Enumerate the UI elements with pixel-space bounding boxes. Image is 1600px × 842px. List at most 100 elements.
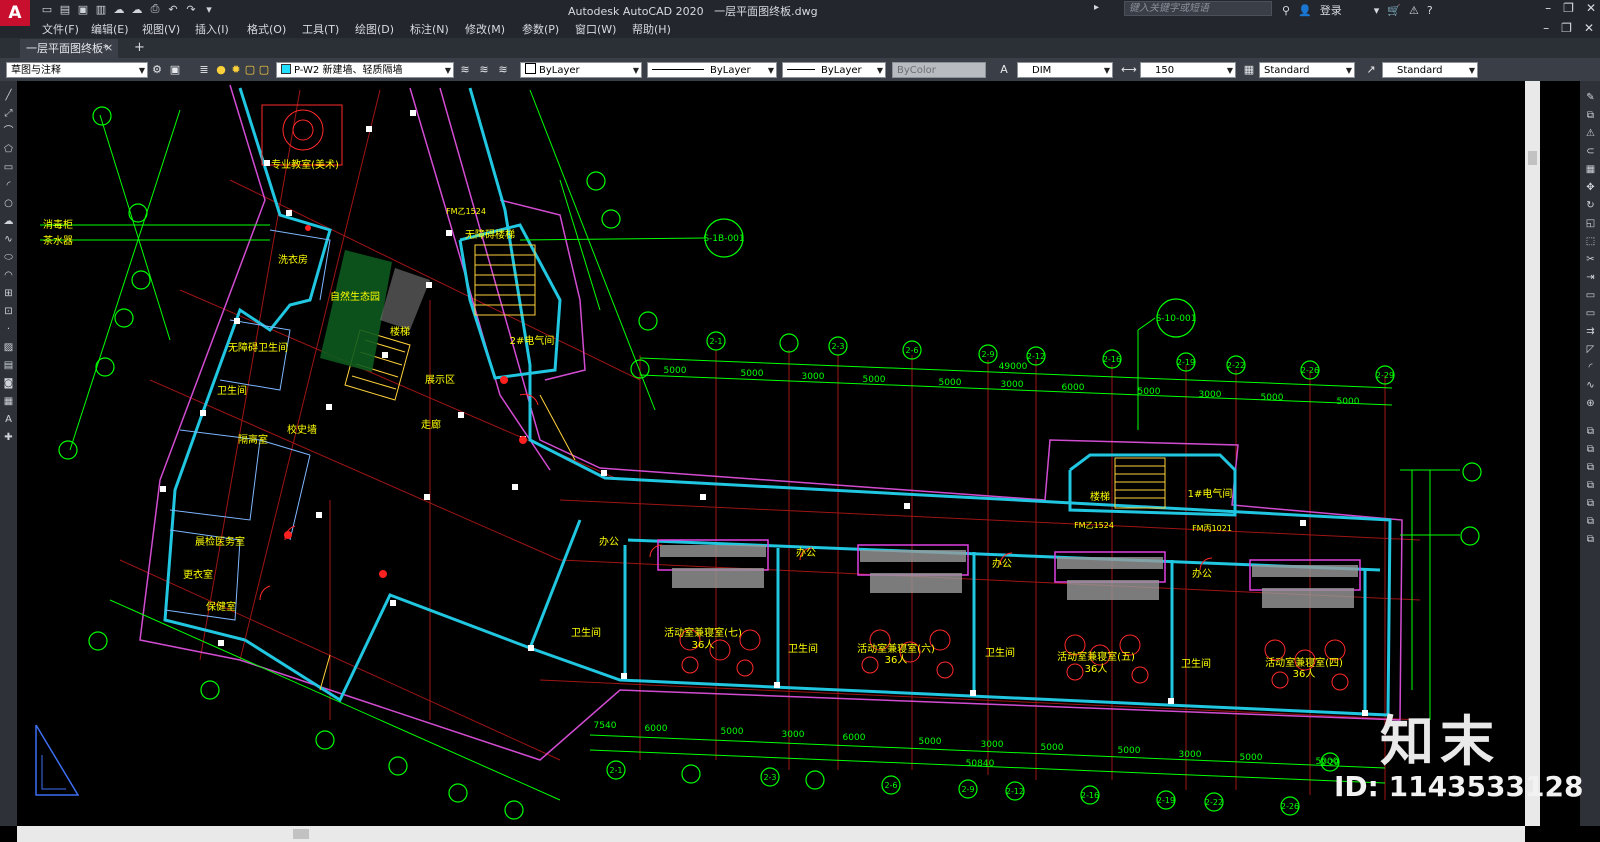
- stretch-icon[interactable]: ⬚: [1584, 235, 1597, 248]
- vertical-scrollbar[interactable]: [1525, 81, 1540, 826]
- dropdown-icon[interactable]: ▾: [1374, 4, 1380, 17]
- spline-icon[interactable]: ∿: [2, 233, 15, 246]
- leaders-front-icon[interactable]: ⧉: [1584, 515, 1597, 528]
- login-link[interactable]: 登录: [1320, 2, 1342, 18]
- binoculars-icon[interactable]: ⚲: [1282, 4, 1290, 17]
- move-icon[interactable]: ✥: [1584, 181, 1597, 194]
- join-icon[interactable]: ⇉: [1584, 325, 1597, 338]
- menu-tools[interactable]: 工具(T): [302, 21, 339, 37]
- exchange-icon[interactable]: ⚠: [1409, 4, 1419, 17]
- doc-restore-icon[interactable]: ❐: [1561, 21, 1572, 35]
- rotate-icon[interactable]: ↻: [1584, 199, 1597, 212]
- save-as-icon[interactable]: ▥: [94, 2, 108, 16]
- dims-front-icon[interactable]: ⧉: [1584, 497, 1597, 510]
- rectangle-icon[interactable]: ▭: [2, 161, 15, 174]
- text-front-icon[interactable]: ⧉: [1584, 479, 1597, 492]
- new-tab-icon[interactable]: +: [134, 40, 145, 55]
- match-layer-icon[interactable]: ≋: [477, 63, 491, 77]
- layer-previous-icon[interactable]: ≋: [496, 63, 510, 77]
- help-icon[interactable]: ?: [1427, 4, 1433, 17]
- explode-icon[interactable]: ⊕: [1584, 397, 1597, 410]
- region-icon[interactable]: ◙: [2, 377, 15, 390]
- close-window-icon[interactable]: ✕: [1586, 1, 1596, 15]
- linetype-dropdown[interactable]: ByLayer ▼: [647, 62, 777, 78]
- lineweight-dropdown[interactable]: ByLayer ▼: [782, 62, 886, 78]
- revcloud-icon[interactable]: ☁: [2, 215, 15, 228]
- open-folder-icon[interactable]: ▤: [58, 2, 72, 16]
- scale-icon[interactable]: ◱: [1584, 217, 1597, 230]
- menu-window[interactable]: 窗口(W): [575, 21, 616, 37]
- workspace-settings-icon[interactable]: ⚙: [150, 63, 164, 77]
- add-selected-icon[interactable]: ✚: [2, 431, 15, 444]
- mleader-style-dropdown[interactable]: Standard ▼: [1382, 62, 1478, 78]
- extend-icon[interactable]: ⇥: [1584, 271, 1597, 284]
- point-icon[interactable]: ·: [2, 323, 15, 336]
- layer-properties-icon[interactable]: ≣: [197, 63, 211, 77]
- table-style-icon[interactable]: ▦: [1242, 63, 1256, 77]
- restore-icon[interactable]: ❐: [1563, 1, 1574, 15]
- menu-file[interactable]: 文件(F): [42, 21, 79, 37]
- menu-format[interactable]: 格式(O): [247, 21, 286, 37]
- trim-icon[interactable]: ✂: [1584, 253, 1597, 266]
- cloud-icon[interactable]: ☁: [112, 2, 126, 16]
- chamfer-icon[interactable]: ◸: [1584, 343, 1597, 356]
- break-icon[interactable]: ▭: [1584, 289, 1597, 302]
- workspace-dropdown[interactable]: 草图与注释 ▼: [6, 62, 148, 78]
- menu-draw[interactable]: 绘图(D): [355, 21, 394, 37]
- layer-dropdown[interactable]: P-W2 新建墙、轻质隔墙 ▼: [276, 62, 454, 78]
- make-block-icon[interactable]: ⊡: [2, 305, 15, 318]
- new-file-icon[interactable]: ▭: [40, 2, 54, 16]
- mtext-icon[interactable]: A: [2, 413, 15, 426]
- ellipse-icon[interactable]: ⬭: [2, 251, 15, 264]
- text-style-icon[interactable]: A: [997, 63, 1011, 77]
- bulb-icon[interactable]: ●: [214, 63, 228, 77]
- table-style-dropdown[interactable]: Standard ▼: [1259, 62, 1355, 78]
- autocad-logo-button[interactable]: A: [0, 0, 30, 26]
- text-style-dropdown[interactable]: DIM ▼: [1017, 62, 1113, 78]
- dim-style-icon[interactable]: ⟷: [1121, 63, 1137, 77]
- horizontal-scrollbar[interactable]: [17, 826, 1525, 842]
- mirror-icon[interactable]: ⚠: [1584, 127, 1597, 140]
- copy-icon[interactable]: ⧉: [1584, 109, 1597, 122]
- array-icon[interactable]: ▦: [1584, 163, 1597, 176]
- color-dropdown[interactable]: ByLayer ▼: [520, 62, 642, 78]
- construction-line-icon[interactable]: ⤢: [2, 107, 15, 120]
- plot-icon[interactable]: ⎙: [148, 2, 162, 16]
- user-icon[interactable]: 👤: [1298, 4, 1312, 17]
- menu-view[interactable]: 视图(V): [142, 21, 180, 37]
- cloud-open-icon[interactable]: ☁: [130, 2, 144, 16]
- ellipse-arc-icon[interactable]: ◠: [2, 269, 15, 282]
- search-expand-icon[interactable]: ▸: [1094, 2, 1099, 13]
- minimize-icon[interactable]: –: [1545, 1, 1551, 15]
- menu-insert[interactable]: 插入(I): [195, 21, 229, 37]
- redo-icon[interactable]: ↷: [184, 2, 198, 16]
- circle-icon[interactable]: ○: [2, 197, 15, 210]
- mleader-style-icon[interactable]: ↗: [1364, 63, 1378, 77]
- draworder-back-icon[interactable]: ⧉: [1584, 461, 1597, 474]
- line-tool-icon[interactable]: ╱: [2, 89, 15, 102]
- clean-screen-icon[interactable]: ▣: [168, 63, 182, 77]
- fillet-icon[interactable]: ◜: [1584, 361, 1597, 374]
- search-input[interactable]: 键入关键字或短语: [1124, 1, 1272, 16]
- table-icon[interactable]: ▦: [2, 395, 15, 408]
- make-current-icon[interactable]: ≋: [458, 63, 472, 77]
- horizontal-scroll-thumb[interactable]: [293, 829, 309, 839]
- sun-icon[interactable]: ✹: [229, 63, 243, 77]
- save-icon[interactable]: ▣: [76, 2, 90, 16]
- menu-edit[interactable]: 编辑(E): [91, 21, 129, 37]
- arc-icon[interactable]: ◜: [2, 179, 15, 192]
- menu-dimension[interactable]: 标注(N): [410, 21, 449, 37]
- insert-block-icon[interactable]: ⊞: [2, 287, 15, 300]
- doc-close-icon[interactable]: ✕: [1584, 21, 1594, 35]
- offset-icon[interactable]: ⊂: [1584, 145, 1597, 158]
- draworder-icon[interactable]: ⧉: [1584, 425, 1597, 438]
- break-at-point-icon[interactable]: ▭: [1584, 307, 1597, 320]
- polygon-icon[interactable]: ⬠: [2, 143, 15, 156]
- menu-parametric[interactable]: 参数(P): [522, 21, 559, 37]
- erase-icon[interactable]: ✎: [1584, 91, 1597, 104]
- gradient-icon[interactable]: ▤: [2, 359, 15, 372]
- menu-help[interactable]: 帮助(H): [632, 21, 671, 37]
- draworder-front-icon[interactable]: ⧉: [1584, 443, 1597, 456]
- polyline-icon[interactable]: ⌒: [2, 125, 15, 138]
- menu-modify[interactable]: 修改(M): [465, 21, 505, 37]
